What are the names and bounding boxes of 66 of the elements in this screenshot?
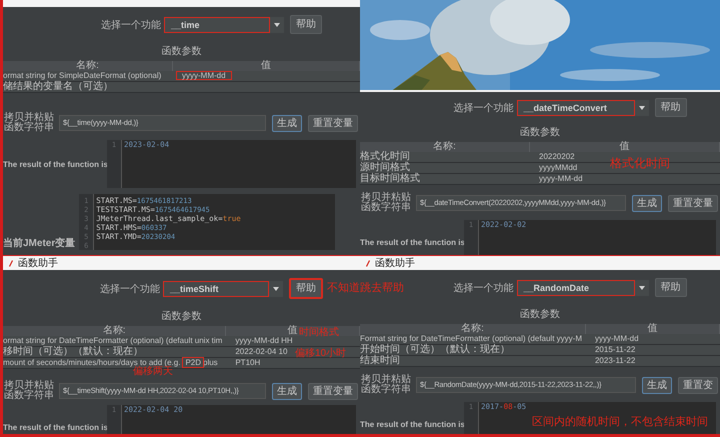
function-label: 选择一个功能 — [454, 102, 514, 114]
caret-icon[interactable] — [634, 280, 648, 296]
column-header: 名称: — [360, 324, 586, 334]
generate-button[interactable]: 生成 — [632, 194, 662, 212]
caret-icon[interactable] — [269, 280, 283, 296]
section-heading: 函数参数 — [160, 310, 202, 323]
table-cell: ormat string for DateTimeFormatter (optional) (default unix tim — [3, 336, 226, 347]
generate-button[interactable]: 生成 — [272, 382, 302, 400]
table-cell: 源时间格式 — [360, 163, 530, 174]
function-label: 选择一个功能 — [454, 282, 514, 294]
copy-label: 拷贝并粘贴函数字符串 — [361, 193, 412, 213]
column-header: 名称: — [3, 326, 226, 336]
copy-label: 拷贝并粘贴函数字符串 — [361, 375, 412, 395]
section-heading: 函数参数 — [160, 44, 202, 58]
table-cell: PT10H — [226, 358, 360, 369]
caret-icon[interactable] — [270, 16, 284, 32]
window-title: 函数助手 — [375, 256, 415, 270]
annotation-text: 区间内的随机时间，不包含结束时间 — [532, 416, 708, 428]
function-dropdown[interactable]: __RandomDate — [516, 280, 634, 296]
table-cell: yyyy-MM-dd — [530, 174, 720, 185]
reset-variables-button[interactable]: 重置变量 — [308, 382, 358, 400]
column-header: 值 — [586, 324, 720, 334]
reset-variables-button[interactable]: 重置变量 — [668, 194, 718, 212]
section-heading: 函数参数 — [519, 126, 561, 139]
function-label: 选择一个功能 — [100, 282, 160, 296]
table-cell: 目标时间格式 — [360, 174, 530, 185]
feather-icon — [8, 258, 14, 268]
annotation-text: 时间格式 — [299, 327, 339, 339]
table-cell: 2015-11-22 — [586, 345, 720, 356]
variables-label: 当前JMeter变量 — [3, 236, 76, 250]
function-dropdown[interactable]: __dateTimeConvert — [516, 100, 634, 116]
table-cell: 格式化时间 — [360, 152, 530, 163]
table-cell: 开始时间（可选）（默认：现在） — [360, 345, 586, 356]
column-header: 值 — [530, 142, 720, 152]
feather-icon — [365, 258, 371, 268]
reset-variables-button[interactable]: 重置变 — [678, 376, 718, 394]
reset-variables-button[interactable]: 重置变量 — [308, 114, 358, 132]
help-button[interactable]: 帮助 — [290, 15, 322, 34]
annotation-text: 格式化时间 — [610, 157, 670, 169]
table-cell: Format string for DateTimeFormatter (optional) (default yyyy-M — [360, 334, 586, 345]
table-cell: yyyy-MM-dd HH — [226, 336, 360, 347]
function-dropdown[interactable]: __timeShift — [163, 280, 269, 296]
generate-button[interactable]: 生成 — [642, 376, 672, 394]
column-header: 名称: — [3, 61, 173, 71]
copy-label: 拷贝并粘贴函数字符串 — [4, 113, 55, 133]
generate-button[interactable]: 生成 — [272, 114, 302, 132]
column-header: 值 — [173, 61, 360, 71]
window-title: 函数助手 — [18, 256, 58, 270]
help-button[interactable]: 帮助 — [654, 278, 686, 297]
column-header: 名称: — [360, 142, 530, 152]
table-cell: yyyy-MM-dd — [586, 334, 720, 345]
annotation-text: 不知道跳去帮助 — [327, 282, 404, 294]
table-cell: ormat string for SimpleDateFormat (optional) — [3, 71, 173, 82]
table-cell: 2023-11-22 — [586, 356, 720, 367]
function-dropdown[interactable]: __time — [164, 16, 270, 32]
table-cell: 储结果的变量名（可选） — [3, 82, 173, 93]
table-cell: 结束时间 — [360, 356, 586, 367]
table-cell: yyyy-MM-dd — [173, 71, 360, 82]
annotation-text: 偏移10小时 — [295, 348, 346, 360]
copy-label: 拷贝并粘贴函数字符串 — [4, 381, 55, 401]
help-button[interactable]: 帮助 — [654, 98, 686, 117]
table-cell: 移时间（可选）（默认：现在） — [3, 347, 226, 358]
function-label: 选择一个功能 — [101, 18, 161, 32]
caret-icon[interactable] — [634, 100, 648, 116]
help-button[interactable]: 帮助 — [289, 278, 323, 299]
section-heading: 函数参数 — [519, 308, 561, 321]
